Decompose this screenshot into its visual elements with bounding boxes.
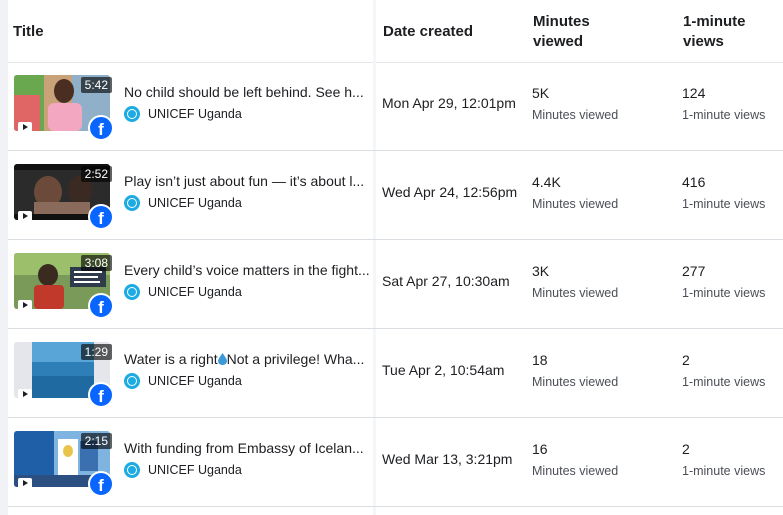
date-created: Wed Apr 24, 12:56pm	[382, 184, 518, 200]
one-minute-views-label: 1-minute views	[682, 286, 766, 300]
one-minute-views-value: 277	[682, 263, 706, 279]
page-info: UNICEF Uganda	[124, 106, 242, 122]
video-thumbnail[interactable]: 5:42 f	[14, 75, 114, 141]
video-thumbnail[interactable]: 3:08 f	[14, 253, 114, 319]
video-title[interactable]: Play isn’t just about fun — it’s about l…	[124, 172, 370, 190]
date-created: Tue Apr 2, 10:54am	[382, 362, 505, 378]
page-name: UNICEF Uganda	[148, 374, 242, 388]
facebook-icon: f	[88, 471, 114, 497]
one-minute-views-value: 124	[682, 85, 706, 101]
page-name: UNICEF Uganda	[148, 285, 242, 299]
page-info: UNICEF Uganda	[124, 284, 242, 300]
play-icon	[18, 389, 32, 400]
unicef-page-icon	[124, 373, 140, 389]
table-row[interactable]: 3:08 f Every child’s voice matters in th…	[8, 239, 783, 329]
page-info: UNICEF Uganda	[124, 373, 242, 389]
one-minute-views-label: 1-minute views	[682, 108, 766, 122]
facebook-icon: f	[88, 204, 114, 230]
one-minute-views-label: 1-minute views	[682, 464, 766, 478]
table-row[interactable]: 2:52 f Play isn’t just about fun — it’s …	[8, 150, 783, 240]
page-info: UNICEF Uganda	[124, 195, 242, 211]
facebook-icon: f	[88, 115, 114, 141]
play-icon	[18, 122, 32, 133]
page-info: UNICEF Uganda	[124, 462, 242, 478]
duration-label: 2:52	[80, 166, 112, 182]
water-drop-icon	[217, 353, 227, 365]
video-title[interactable]: No child should be left behind. See h...	[124, 83, 370, 101]
minutes-viewed-value: 3K	[532, 263, 550, 279]
minutes-viewed-value: 18	[532, 352, 548, 368]
one-minute-views-label: 1-minute views	[682, 197, 766, 211]
one-minute-views-value: 416	[682, 174, 706, 190]
duration-label: 3:08	[80, 255, 112, 271]
date-created: Sat Apr 27, 10:30am	[382, 273, 510, 289]
video-title[interactable]: Every child’s voice matters in the fight…	[124, 261, 370, 279]
facebook-icon: f	[88, 382, 114, 408]
page-name: UNICEF Uganda	[148, 463, 242, 477]
duration-label: 1:29	[80, 344, 112, 360]
date-created: Mon Apr 29, 12:01pm	[382, 95, 516, 111]
header-one-minute-views[interactable]: 1-minute views	[683, 12, 783, 52]
header-minutes-viewed[interactable]: Minutes viewed	[533, 12, 643, 52]
header-date-created[interactable]: Date created	[383, 22, 473, 42]
duration-label: 5:42	[80, 77, 112, 93]
unicef-page-icon	[124, 106, 140, 122]
table-row[interactable]: 2:15 f With funding from Embassy of Icel…	[8, 417, 783, 507]
play-icon	[18, 300, 32, 311]
unicef-page-icon	[124, 462, 140, 478]
unicef-page-icon	[124, 284, 140, 300]
one-minute-views-label: 1-minute views	[682, 375, 766, 389]
header-title[interactable]: Title	[13, 22, 44, 42]
minutes-viewed-label: Minutes viewed	[532, 375, 619, 389]
minutes-viewed-value: 4.4K	[532, 174, 561, 190]
play-icon	[18, 478, 32, 489]
video-thumbnail[interactable]: 2:52 f	[14, 164, 114, 230]
video-thumbnail[interactable]: 2:15 f	[14, 431, 114, 497]
video-table: Title Date created Minutes viewed 1-minu…	[8, 0, 783, 515]
minutes-viewed-label: Minutes viewed	[532, 286, 619, 300]
page-name: UNICEF Uganda	[148, 107, 242, 121]
minutes-viewed-value: 5K	[532, 85, 550, 101]
minutes-viewed-value: 16	[532, 441, 548, 457]
table-row[interactable]: 1:29 f Water is a right Not a privilege! …	[8, 328, 783, 418]
minutes-viewed-label: Minutes viewed	[532, 197, 619, 211]
table-row[interactable]: 5:42 f No child should be left behind. S…	[8, 61, 783, 151]
one-minute-views-value: 2	[682, 352, 690, 368]
minutes-viewed-label: Minutes viewed	[532, 464, 619, 478]
title-part: Not a privilege! Wha...	[226, 351, 365, 367]
table-header: Title Date created Minutes viewed 1-minu…	[8, 0, 783, 63]
date-created: Wed Mar 13, 3:21pm	[382, 451, 513, 467]
minutes-viewed-label: Minutes viewed	[532, 108, 619, 122]
unicef-page-icon	[124, 195, 140, 211]
page-name: UNICEF Uganda	[148, 196, 242, 210]
one-minute-views-value: 2	[682, 441, 690, 457]
play-icon	[18, 211, 32, 222]
title-part: Water is a right	[124, 351, 218, 367]
video-title[interactable]: With funding from Embassy of Icelan...	[124, 439, 370, 457]
video-thumbnail[interactable]: 1:29 f	[14, 342, 114, 408]
duration-label: 2:15	[80, 433, 112, 449]
facebook-icon: f	[88, 293, 114, 319]
video-title[interactable]: Water is a right Not a privilege! Wha...	[124, 350, 370, 368]
